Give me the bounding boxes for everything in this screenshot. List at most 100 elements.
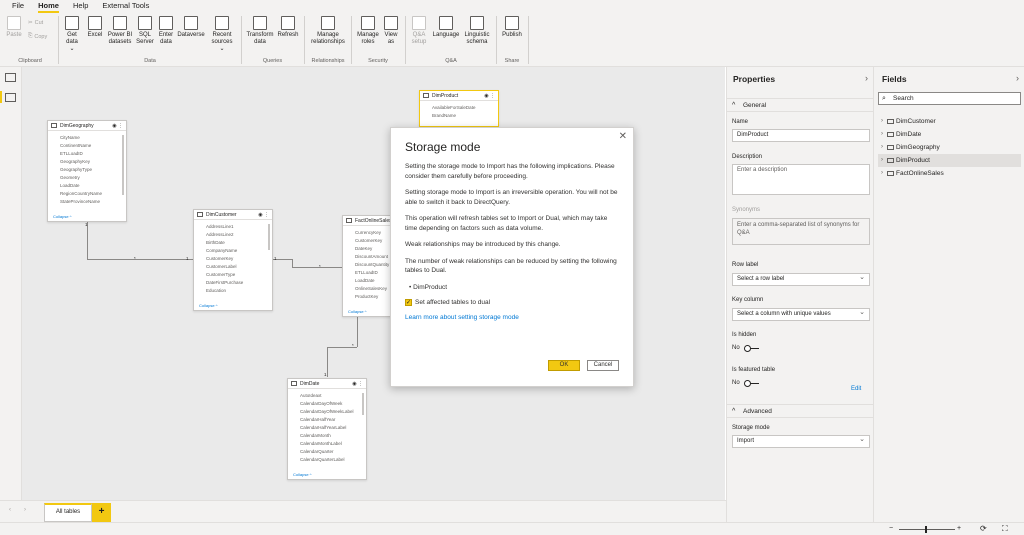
name-input[interactable]: DimProduct: [732, 129, 870, 142]
menu-external-tools[interactable]: External Tools: [96, 0, 157, 13]
close-icon[interactable]: ✕: [619, 131, 627, 142]
publish-button[interactable]: Publish: [500, 16, 524, 39]
table-field[interactable]: LoadDate: [48, 182, 126, 190]
table-field[interactable]: CalendarMonth: [288, 432, 366, 440]
field-table-dimgeography[interactable]: › DimGeography: [878, 141, 1021, 154]
tab-all-tables[interactable]: All tables: [44, 503, 92, 522]
table-card-header[interactable]: DimDate ◉ ⋮: [288, 379, 366, 389]
table-scrollbar[interactable]: [268, 224, 270, 250]
checkbox-checked-icon[interactable]: ✓: [405, 299, 412, 306]
field-table-dimproduct[interactable]: › DimProduct: [878, 154, 1021, 167]
table-field[interactable]: AddressLine1: [194, 223, 272, 231]
visibility-icon[interactable]: ◉ ⋮: [484, 93, 495, 99]
scroll-right-icon[interactable]: ›: [24, 507, 26, 513]
refresh-button[interactable]: Refresh: [276, 16, 300, 39]
toggle-switch-icon[interactable]: [743, 344, 759, 352]
table-field[interactable]: AddressLine2: [194, 231, 272, 239]
relationship-line[interactable]: [357, 317, 358, 347]
table-card-dimproduct[interactable]: DimProduct ◉ ⋮ AvailableForSaleDate Brand…: [419, 90, 499, 127]
table-card-header[interactable]: DimProduct ◉ ⋮: [420, 91, 498, 101]
power-bi-datasets-button[interactable]: Power BI datasets: [106, 16, 134, 46]
relationship-line[interactable]: [327, 347, 328, 377]
table-field[interactable]: CalendarDayOfWeekLabel: [288, 408, 366, 416]
table-card-dimcustomer[interactable]: DimCustomer ◉ ⋮ AddressLine1 AddressLine2…: [193, 209, 273, 311]
data-view-icon[interactable]: [5, 73, 16, 82]
table-field[interactable]: Geometry: [48, 174, 126, 182]
table-scrollbar[interactable]: [362, 393, 364, 415]
table-card-dimdate[interactable]: DimDate ◉ ⋮ AutoIdeaxt CalendarDayOfWeek …: [287, 378, 367, 480]
table-field[interactable]: Education: [194, 287, 272, 295]
visibility-icon[interactable]: ◉ ⋮: [258, 212, 269, 218]
fit-to-page-icon[interactable]: ⛶: [1002, 524, 1008, 534]
toggle-switch-icon[interactable]: [743, 379, 759, 387]
language-button[interactable]: Language: [431, 16, 461, 39]
table-field[interactable]: CompanyName: [194, 247, 272, 255]
table-field[interactable]: DateFirstPurchase: [194, 279, 272, 287]
field-table-dimcustomer[interactable]: › DimCustomer: [878, 115, 1021, 128]
edit-link[interactable]: Edit: [851, 386, 861, 392]
sql-server-button[interactable]: SQL Server: [135, 16, 155, 46]
field-table-dimdate[interactable]: › DimDate: [878, 128, 1021, 141]
synonyms-input[interactable]: Enter a comma-separated list of synonyms…: [732, 218, 870, 245]
chevron-right-icon[interactable]: ›: [865, 73, 868, 83]
table-field[interactable]: CalendarDayOfWeek: [288, 400, 366, 408]
get-data-button[interactable]: Get data ⌄: [62, 16, 82, 53]
menu-file[interactable]: File: [6, 0, 32, 13]
field-table-factonlinesales[interactable]: › FactOnlineSales: [878, 167, 1021, 180]
table-card-header[interactable]: DimCustomer ◉ ⋮: [194, 210, 272, 220]
table-field[interactable]: ETLLoadID: [48, 150, 126, 158]
visibility-icon[interactable]: ◉ ⋮: [352, 381, 363, 387]
relationship-line[interactable]: [292, 267, 342, 268]
collapse-link[interactable]: Collapse ^: [293, 472, 312, 477]
excel-button[interactable]: Excel: [86, 16, 104, 39]
chevron-right-icon[interactable]: ›: [881, 167, 883, 180]
learn-more-link[interactable]: Learn more about setting storage mode: [405, 314, 619, 321]
is-featured-toggle[interactable]: No: [732, 379, 759, 387]
table-field[interactable]: BrandName: [420, 112, 498, 120]
table-field[interactable]: GeographyKey: [48, 158, 126, 166]
zoom-slider-thumb[interactable]: [925, 526, 927, 533]
table-field[interactable]: BirthDate: [194, 239, 272, 247]
search-input[interactable]: ⌕ Search: [878, 92, 1021, 105]
qa-setup-button[interactable]: Q&A setup: [409, 16, 429, 46]
table-card-dimgeography[interactable]: DimGeography ◉ ⋮ CityName ContinentName E…: [47, 120, 127, 222]
collapse-link[interactable]: Collapse ^: [199, 303, 218, 308]
is-hidden-toggle[interactable]: No: [732, 344, 759, 352]
recent-sources-button[interactable]: Recent sources ⌄: [207, 16, 237, 53]
table-card-header[interactable]: DimGeography ◉ ⋮: [48, 121, 126, 131]
description-input[interactable]: Enter a description: [732, 164, 870, 195]
relationship-line[interactable]: [87, 259, 193, 260]
table-field[interactable]: CalendarQuarter: [288, 448, 366, 456]
table-field[interactable]: CalendarHalfYear: [288, 416, 366, 424]
zoom-in-icon[interactable]: +: [957, 525, 961, 532]
table-field[interactable]: StateProvinceName: [48, 198, 126, 206]
section-advanced[interactable]: ^ Advanced: [727, 404, 874, 418]
table-field[interactable]: ContinentName: [48, 142, 126, 150]
cancel-button[interactable]: Cancel: [587, 360, 619, 371]
table-field[interactable]: GeographyType: [48, 166, 126, 174]
copy-button[interactable]: ⎘ Copy: [28, 33, 47, 40]
collapse-link[interactable]: Collapse ^: [348, 309, 367, 314]
enter-data-button[interactable]: Enter data: [157, 16, 175, 46]
chevron-right-icon[interactable]: ›: [881, 115, 883, 128]
chevron-right-icon[interactable]: ›: [881, 128, 883, 141]
table-field[interactable]: AvailableForSaleDate: [420, 104, 498, 112]
table-field[interactable]: CityName: [48, 134, 126, 142]
table-field[interactable]: CustomerLabel: [194, 263, 272, 271]
add-tab-button[interactable]: +: [92, 503, 111, 522]
paste-button[interactable]: Paste: [5, 16, 23, 39]
table-field[interactable]: CustomerType: [194, 271, 272, 279]
menu-help[interactable]: Help: [67, 0, 96, 13]
dataverse-button[interactable]: Dataverse: [176, 16, 206, 39]
table-field[interactable]: CustomerKey: [194, 255, 272, 263]
key-column-dropdown[interactable]: Select a column with unique values: [732, 307, 870, 321]
table-field[interactable]: CalendarHalfYearLabel: [288, 424, 366, 432]
table-field[interactable]: AutoIdeaxt: [288, 392, 366, 400]
zoom-slider[interactable]: [899, 529, 955, 530]
menu-home[interactable]: Home: [32, 0, 67, 13]
set-dual-checkbox[interactable]: ✓ Set affected tables to dual: [405, 299, 619, 306]
row-label-dropdown[interactable]: Select a row label: [732, 272, 870, 286]
relationship-line[interactable]: [292, 259, 293, 267]
ok-button[interactable]: OK: [548, 360, 580, 371]
zoom-out-icon[interactable]: −: [889, 525, 893, 532]
